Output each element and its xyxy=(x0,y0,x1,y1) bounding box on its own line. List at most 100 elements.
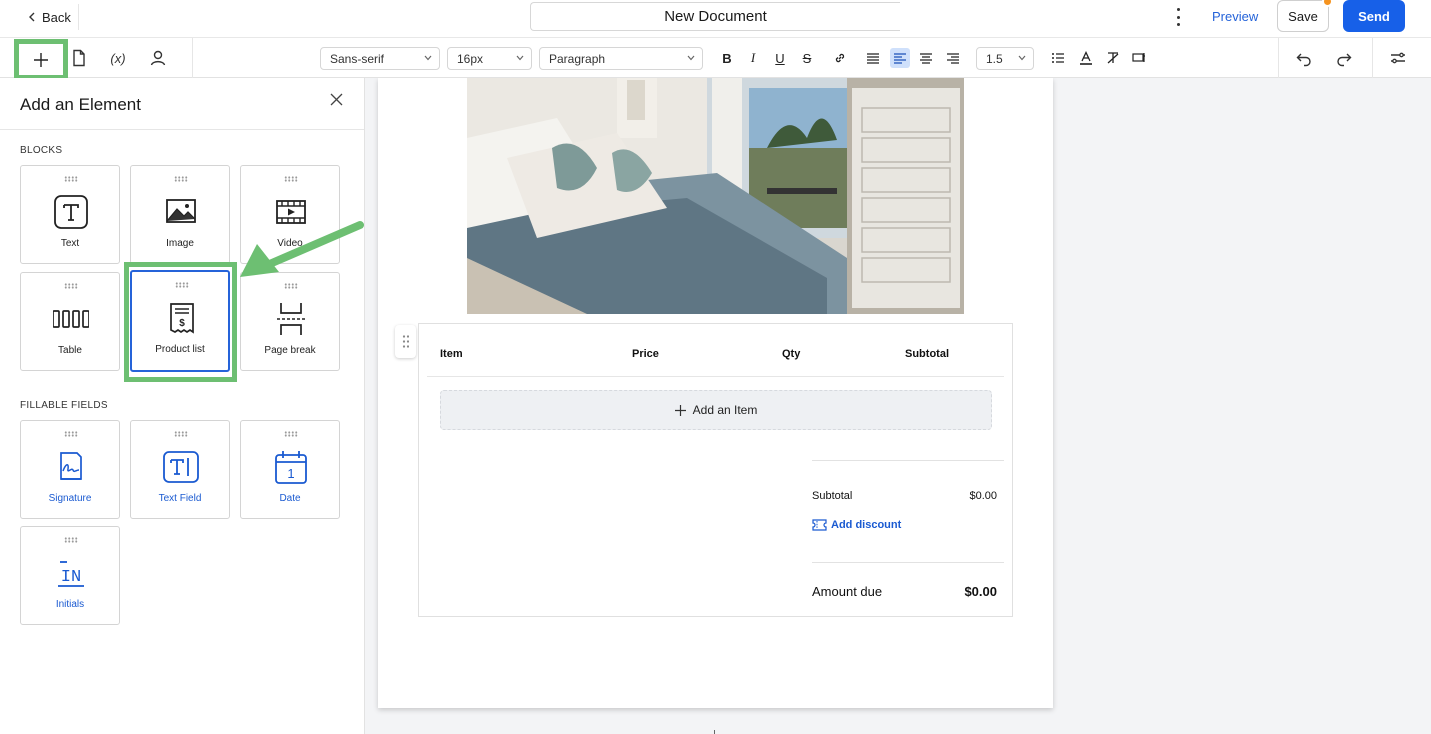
plus-icon xyxy=(674,404,686,416)
document-title-input[interactable]: New Document xyxy=(530,2,900,31)
more-options-icon[interactable] xyxy=(1171,8,1185,26)
signature-icon xyxy=(60,452,82,480)
document-icon xyxy=(73,49,85,67)
column-header-item: Item xyxy=(440,348,463,360)
amount-due-value: $0.00 xyxy=(964,584,997,599)
chevron-down-icon xyxy=(424,55,432,61)
column-header-price: Price xyxy=(632,348,659,360)
bullet-list-icon[interactable] xyxy=(1048,48,1068,68)
align-right-icon[interactable] xyxy=(943,48,963,68)
chevron-left-icon xyxy=(29,12,35,22)
add-discount-label: Add discount xyxy=(831,519,902,531)
block-card-page-break[interactable]: Page break xyxy=(240,272,340,371)
block-style-value: Paragraph xyxy=(549,51,606,66)
drag-grip-icon xyxy=(64,431,78,437)
editor-toolbar: (x) Sans-serif 16px Paragraph B I U S 1.… xyxy=(0,37,1431,80)
strikethrough-icon[interactable]: S xyxy=(797,48,817,68)
block-drag-handle[interactable] xyxy=(395,325,416,358)
header-divider xyxy=(427,376,1004,377)
product-list-block[interactable]: Item Price Qty Subtotal Add an Item Subt… xyxy=(418,323,1013,617)
font-family-select[interactable]: Sans-serif xyxy=(320,47,440,70)
send-button[interactable]: Send xyxy=(1343,0,1405,32)
add-element-panel: Add an Element BLOCKS Text Image Video T… xyxy=(0,78,365,734)
line-height-select[interactable]: 1.5 xyxy=(976,47,1034,70)
field-card-label: Initials xyxy=(55,599,85,610)
back-button[interactable]: Back xyxy=(28,8,71,26)
bedroom-photo[interactable] xyxy=(467,78,964,314)
top-bar: Back New Document Preview Save Send xyxy=(0,0,1431,37)
toolbar-divider xyxy=(1372,38,1373,78)
block-card-label: Text xyxy=(60,238,80,249)
add-element-button[interactable] xyxy=(14,39,68,80)
block-card-label: Product list xyxy=(155,344,205,355)
field-card-signature[interactable]: Signature xyxy=(20,420,120,519)
block-card-video[interactable]: Video xyxy=(240,165,340,264)
redo-icon[interactable] xyxy=(1332,46,1356,70)
chevron-down-icon xyxy=(1018,55,1026,61)
drag-grip-icon xyxy=(64,537,78,543)
block-card-image[interactable]: Image xyxy=(130,165,230,264)
add-discount-link[interactable]: Add discount xyxy=(812,519,901,531)
field-card-text-field[interactable]: Text Field xyxy=(130,420,230,519)
document-title: New Document xyxy=(664,8,767,25)
initials-glyph: IN xyxy=(61,568,81,587)
undo-icon[interactable] xyxy=(1292,46,1316,70)
field-card-label: Signature xyxy=(48,493,92,504)
recipients-button[interactable] xyxy=(146,46,170,70)
add-item-label: Add an Item xyxy=(692,403,758,417)
font-family-value: Sans-serif xyxy=(330,51,385,66)
block-card-label: Video xyxy=(277,238,303,249)
settings-sliders-icon[interactable] xyxy=(1386,46,1410,70)
text-color-icon[interactable] xyxy=(1076,48,1096,68)
block-card-product-list[interactable]: $ Product list xyxy=(130,270,230,372)
block-card-label: Table xyxy=(58,345,82,356)
link-icon[interactable] xyxy=(830,48,850,68)
summary-divider xyxy=(812,460,1004,461)
document-settings-button[interactable] xyxy=(67,46,91,70)
drag-grip-icon xyxy=(284,431,298,437)
field-card-label: Date xyxy=(279,493,301,504)
ticket-icon xyxy=(812,519,827,531)
underline-icon[interactable]: U xyxy=(770,48,790,68)
drag-grip-icon xyxy=(64,283,78,289)
save-button[interactable]: Save xyxy=(1277,0,1329,32)
panel-header: Add an Element xyxy=(0,78,364,130)
drag-grip-icon xyxy=(174,431,188,437)
app-root: Back New Document Preview Save Send (x) … xyxy=(0,0,1431,734)
drag-grip-icon xyxy=(64,176,78,182)
image-icon xyxy=(166,199,196,223)
italic-icon[interactable]: I xyxy=(743,48,763,68)
close-icon[interactable] xyxy=(330,93,343,106)
unsaved-indicator-badge xyxy=(1322,0,1333,7)
fillable-fields-section-label: FILLABLE FIELDS xyxy=(20,400,108,411)
block-card-label: Page break xyxy=(264,345,316,356)
calendar-icon: 1 xyxy=(275,451,307,484)
field-card-initials[interactable]: IN Initials xyxy=(20,526,120,625)
insert-field-icon[interactable] xyxy=(1129,48,1149,68)
block-card-text[interactable]: Text xyxy=(20,165,120,264)
field-card-label: Text Field xyxy=(158,493,202,504)
chevron-down-icon xyxy=(687,55,695,61)
user-icon xyxy=(150,50,166,66)
add-item-button[interactable]: Add an Item xyxy=(440,390,992,430)
subtotal-label: Subtotal xyxy=(812,490,853,502)
variable-icon[interactable]: (x) xyxy=(106,46,130,70)
subtotal-value: $0.00 xyxy=(969,490,997,502)
calendar-day-glyph: 1 xyxy=(287,466,294,481)
align-center-icon[interactable] xyxy=(916,48,936,68)
text-field-icon xyxy=(163,451,199,483)
align-left-icon[interactable] xyxy=(890,48,910,68)
font-size-select[interactable]: 16px xyxy=(447,47,532,70)
initials-icon: IN xyxy=(58,561,84,587)
bold-icon[interactable]: B xyxy=(717,48,737,68)
clear-formatting-icon[interactable] xyxy=(1103,48,1123,68)
block-card-label: Image xyxy=(166,238,194,249)
block-card-table[interactable]: Table xyxy=(20,272,120,371)
block-style-select[interactable]: Paragraph xyxy=(539,47,703,70)
back-label: Back xyxy=(42,9,71,25)
table-icon xyxy=(53,310,89,328)
page-add-marker xyxy=(714,730,715,734)
field-card-date[interactable]: 1 Date xyxy=(240,420,340,519)
align-justify-icon[interactable] xyxy=(863,48,883,68)
preview-button[interactable]: Preview xyxy=(1212,9,1258,24)
